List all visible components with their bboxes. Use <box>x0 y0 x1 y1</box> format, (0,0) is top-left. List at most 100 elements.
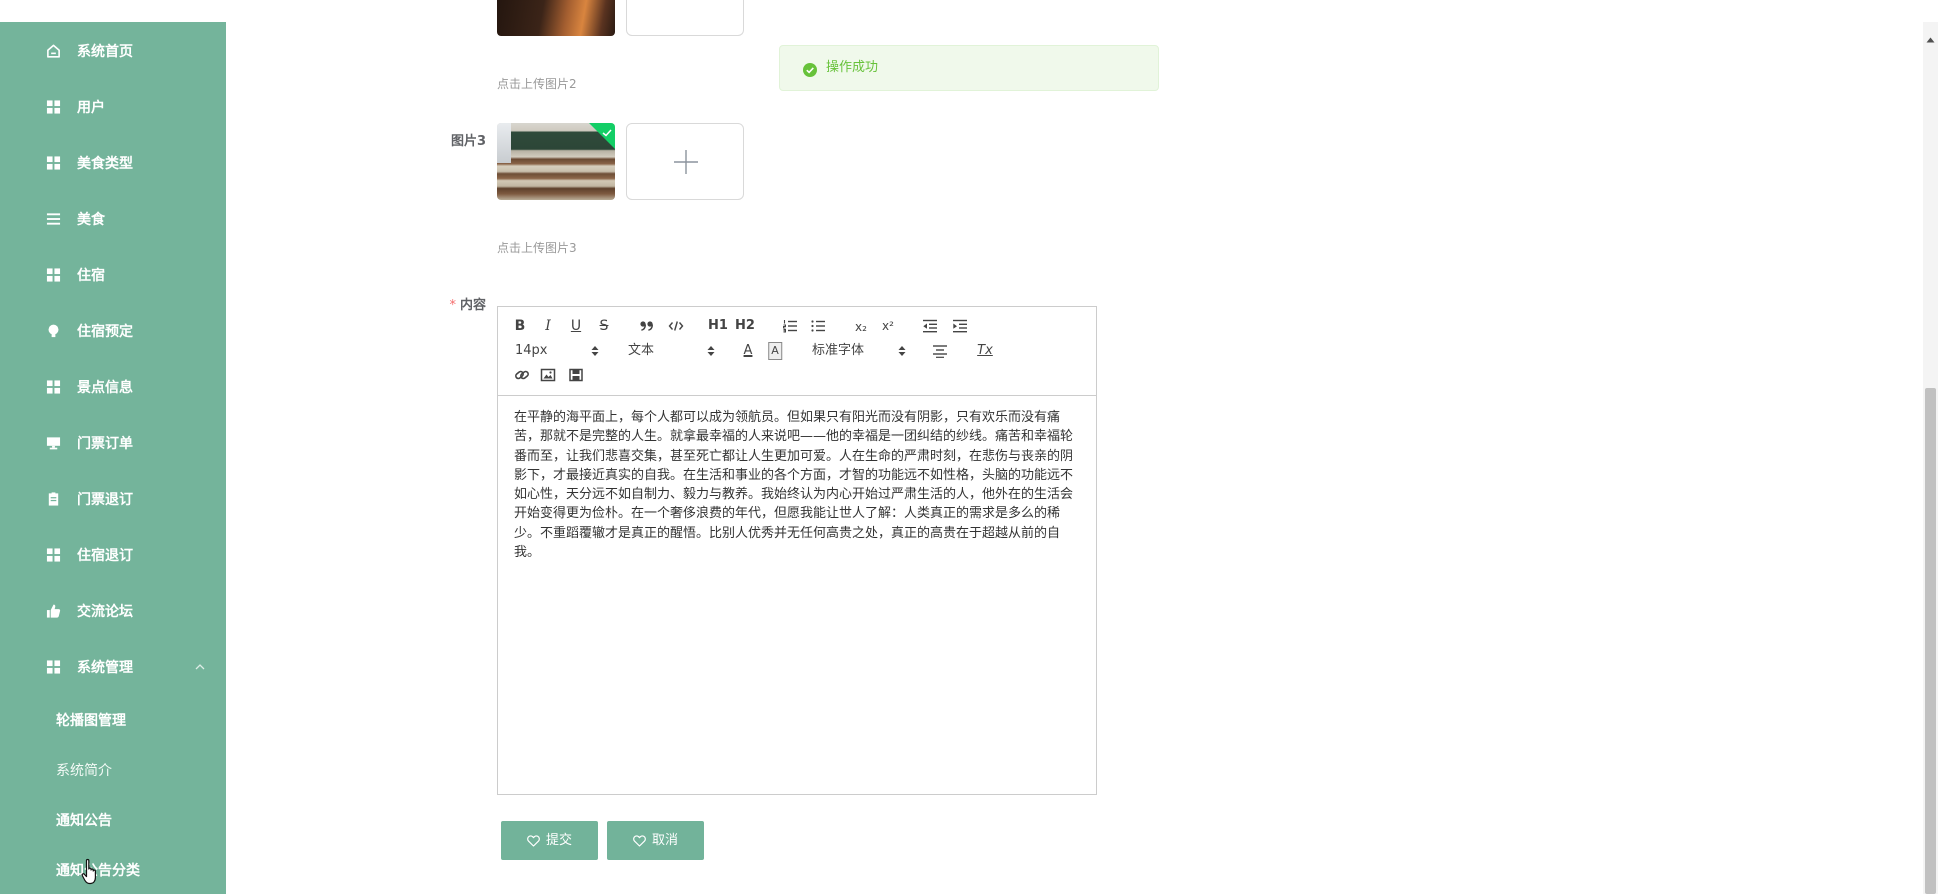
sidebar-item-label: 住宿预定 <box>77 324 133 340</box>
content-label-text: 内容 <box>459 298 486 313</box>
strikethrough-button[interactable]: S <box>600 318 609 334</box>
sidebar-item-label: 交流论坛 <box>77 604 133 620</box>
vertical-scrollbar[interactable] <box>1923 22 1938 894</box>
plus-icon <box>673 149 699 175</box>
italic-button[interactable]: I <box>545 318 551 334</box>
mouse-cursor-icon <box>80 858 102 886</box>
sidebar-item-label: 景点信息 <box>77 380 133 396</box>
grid-icon <box>46 268 61 283</box>
chevron-up-icon[interactable] <box>194 663 206 671</box>
header-2-button[interactable]: H2 <box>735 318 755 334</box>
sidebar-item-users[interactable]: 用户 <box>0 79 226 135</box>
grid-icon <box>46 156 61 171</box>
sidebar-item-label: 用户 <box>77 100 105 116</box>
image-3-label: 图片3 <box>450 134 486 149</box>
sidebar-item-lodging-booking[interactable]: 住宿预定 <box>0 303 226 359</box>
grid-icon <box>46 380 61 395</box>
required-mark: * <box>449 298 456 313</box>
sidebar-item-home[interactable]: 系统首页 <box>0 23 226 79</box>
grid-icon <box>46 100 61 115</box>
editor-text-line: 番而至，让我们悲喜交集，甚至死亡都让人生更加可爱。人在生命的严肃时刻，在悲伤与丧… <box>514 448 1074 464</box>
image-window-decor <box>497 123 511 163</box>
clear-format-button[interactable]: Tx <box>977 343 993 359</box>
heart-icon <box>633 834 646 847</box>
sidebar-item-lodging[interactable]: 住宿 <box>0 247 226 303</box>
sidebar-item-label: 美食 <box>77 212 105 228</box>
editor-content[interactable]: 在平静的海平面上，每个人都可以成为领航员。但如果只有阳光而没有阴影，只有欢乐而没… <box>514 408 1089 562</box>
sidebar-item-lodging-refunds[interactable]: 住宿退订 <box>0 527 226 583</box>
submit-button[interactable]: 提交 <box>501 821 598 860</box>
uploaded-image-3[interactable] <box>497 123 615 200</box>
sidebar-item-label: 系统首页 <box>77 44 133 60</box>
sidebar-item-label: 美食类型 <box>77 156 133 172</box>
image-2-upload-button[interactable] <box>626 0 744 36</box>
toast-message: 操作成功 <box>826 60 879 75</box>
heart-icon <box>527 834 540 847</box>
editor-toolbar: B I U S H1 H2 x₂ x² 14px 文本 A A 标准字体 Tx <box>498 307 1096 396</box>
select-arrows-icon[interactable] <box>707 345 715 357</box>
content-label: * 内容 <box>426 298 486 314</box>
sidebar-item-label: 住宿退订 <box>77 548 133 564</box>
font-size-select[interactable]: 14px <box>515 343 548 359</box>
underline-button[interactable]: U <box>571 318 581 334</box>
subscript-button[interactable]: x₂ <box>855 319 867 335</box>
link-icon[interactable] <box>515 368 530 382</box>
monitor-icon <box>46 436 61 451</box>
block-format-select[interactable]: 文本 <box>628 343 654 359</box>
editor-text-line: 开始变得更为俭朴。在一个奢侈浪费的年代，但愿我能让世人了解：人类真正的需求是多么… <box>514 506 1061 522</box>
editor-text-line: 我。 <box>514 545 541 561</box>
cancel-button-label: 取消 <box>651 832 678 848</box>
bullet-list-icon[interactable] <box>810 319 826 333</box>
lightbulb-icon <box>46 324 61 339</box>
sidebar-item-ticket-refunds[interactable]: 门票退订 <box>0 471 226 527</box>
header-1-button[interactable]: H1 <box>708 318 728 334</box>
superscript-button[interactable]: x² <box>882 318 894 334</box>
bold-button[interactable]: B <box>515 318 526 334</box>
sidebar-item-food[interactable]: 美食 <box>0 191 226 247</box>
sidebar-item-system-management[interactable]: 系统管理 <box>0 639 226 695</box>
sidebar-item-label: 系统管理 <box>77 660 133 676</box>
ordered-list-icon[interactable] <box>782 319 798 333</box>
align-icon[interactable] <box>932 344 948 358</box>
select-arrows-icon[interactable] <box>898 345 906 357</box>
font-select[interactable]: 标准字体 <box>812 343 864 359</box>
sidebar-subitem-carousel[interactable]: 轮播图管理 <box>0 695 226 745</box>
grid-icon <box>46 660 61 675</box>
sidebar-item-label: 门票退订 <box>77 492 133 508</box>
image-3-upload-button[interactable] <box>626 123 744 200</box>
video-icon[interactable] <box>569 368 583 382</box>
submit-button-label: 提交 <box>545 832 572 848</box>
quote-icon[interactable] <box>639 319 655 333</box>
grid-icon <box>46 548 61 563</box>
sidebar-subitem-label: 系统简介 <box>56 763 112 779</box>
text-color-button[interactable]: A <box>744 343 753 359</box>
sidebar-subitem-notices[interactable]: 通知公告 <box>0 795 226 845</box>
code-icon[interactable] <box>668 319 684 333</box>
sidebar-subitem-notice-categories[interactable]: 通知公告分类 <box>0 845 226 895</box>
image-icon[interactable] <box>540 368 556 382</box>
cancel-button[interactable]: 取消 <box>607 821 704 860</box>
success-toast: 操作成功 <box>779 45 1159 91</box>
scrollbar-thumb[interactable] <box>1925 388 1936 894</box>
indent-icon[interactable] <box>952 319 968 333</box>
sidebar-item-forum[interactable]: 交流论坛 <box>0 583 226 639</box>
sidebar: 系统首页 用户 美食类型 美食 住宿 住宿预定 景点信息 门票订单 门票退订 住… <box>0 22 226 894</box>
background-color-button[interactable]: A <box>768 342 782 360</box>
sidebar-item-label: 门票订单 <box>77 436 133 452</box>
sidebar-subitem-label: 轮播图管理 <box>56 713 126 729</box>
editor-text-line: 如心性，天分远不如自制力、毅力与教养。我始终认为内心开始过严肃生活的人，他外在的… <box>514 487 1074 503</box>
sidebar-subitem-system-intro[interactable]: 系统简介 <box>0 745 226 795</box>
clipboard-icon <box>46 492 61 507</box>
editor-text-line: 影下，才最接近真实的自我。在生活和事业的各个方面，才智的功能远不如性格，头脑的功… <box>514 467 1074 483</box>
outdent-icon[interactable] <box>922 319 938 333</box>
select-arrows-icon[interactable] <box>591 345 599 357</box>
check-circle-icon <box>803 62 817 77</box>
sidebar-item-food-types[interactable]: 美食类型 <box>0 135 226 191</box>
sidebar-item-ticket-orders[interactable]: 门票订单 <box>0 415 226 471</box>
thumbs-up-icon <box>46 604 61 619</box>
rich-text-editor: B I U S H1 H2 x₂ x² 14px 文本 A A 标准字体 Tx … <box>497 306 1097 795</box>
scroll-up-arrow-icon[interactable] <box>1926 28 1935 43</box>
sidebar-item-attractions[interactable]: 景点信息 <box>0 359 226 415</box>
uploaded-image-2[interactable] <box>497 0 615 36</box>
editor-text-line: 在平静的海平面上，每个人都可以成为领航员。但如果只有阳光而没有阴影，只有欢乐而没… <box>514 410 1061 425</box>
